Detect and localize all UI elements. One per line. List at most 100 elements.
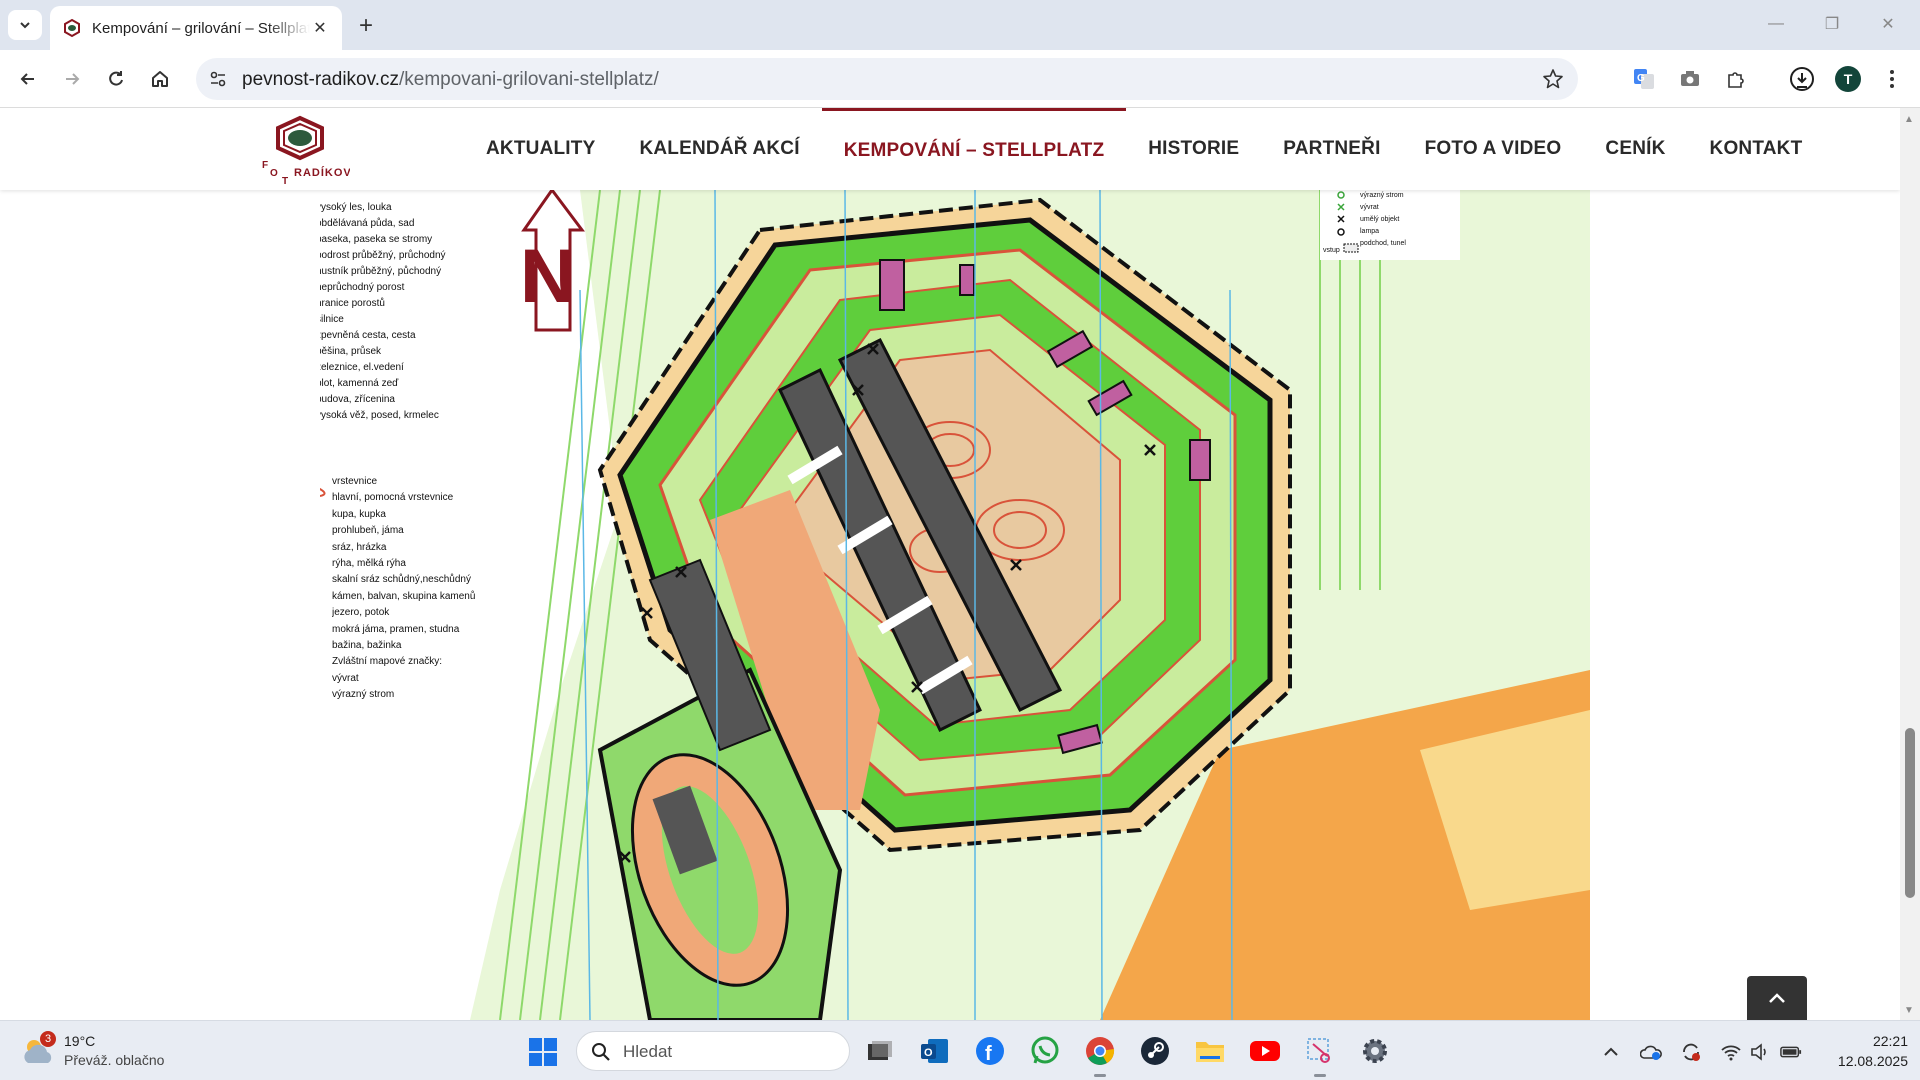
browser-toolbar: pevnost-radikov.cz/kempovani-grilovani-s… [0, 50, 1920, 108]
legend-right-labels: výrazný strom vývrat umělý objekt lampa podc… [1360, 190, 1470, 250]
whatsapp-icon [1031, 1036, 1059, 1064]
taskbar-file-explorer[interactable] [1192, 1033, 1228, 1069]
legend-item: vrstevnice [332, 476, 378, 487]
taskbar-settings[interactable] [1357, 1033, 1393, 1069]
reload-icon [109, 71, 123, 86]
legend-item: podrost průběžný, průchodný [320, 250, 446, 261]
tray-battery[interactable] [1780, 1041, 1802, 1063]
nav-cenik[interactable]: CENÍK [1583, 108, 1687, 190]
taskbar-outlook[interactable]: O [917, 1033, 953, 1069]
site-logo[interactable]: F O T RADÍKOV [260, 114, 350, 186]
windows-taskbar: 3 19°C Převáž. oblačno Hledat O f 22:21 … [0, 1020, 1920, 1080]
downloads-button[interactable] [1786, 63, 1818, 95]
youtube-icon [1250, 1041, 1280, 1061]
legend-item: vysoký les, louka [320, 202, 392, 213]
taskbar-snipping-tool[interactable] [1302, 1033, 1338, 1077]
weather-temp: 19°C [64, 1033, 96, 1049]
legend-item: mokrá jáma, pramen, studna [332, 623, 460, 635]
folder-icon [1196, 1042, 1224, 1062]
chevron-up-icon [1604, 1047, 1618, 1056]
tray-wifi[interactable] [1720, 1041, 1742, 1063]
nav-kempovani-stellplatz[interactable]: KEMPOVÁNÍ – STELLPLATZ [821, 108, 1127, 190]
north-label: N [520, 234, 575, 319]
taskbar-facebook[interactable]: f [972, 1033, 1008, 1069]
site-favicon-icon [64, 18, 80, 38]
chevron-down-icon [20, 22, 30, 29]
legend-item: neprůchodný porost [320, 282, 405, 293]
search-placeholder: Hledat [623, 1042, 673, 1061]
taskbar-clock[interactable]: 22:21 12.08.2025 [1812, 1031, 1908, 1071]
gear-icon [1363, 1039, 1387, 1063]
bookmark-star-icon[interactable] [1542, 68, 1564, 90]
tray-show-hidden[interactable] [1600, 1041, 1622, 1063]
legend-item: železnice, el.vedení [320, 362, 404, 373]
minimize-window-button[interactable]: — [1756, 10, 1796, 38]
weather-badge: 3 [40, 1031, 56, 1047]
page-viewport: F O T RADÍKOV AKTUALITY KALENDÁŘ AKCÍ KE… [0, 108, 1900, 1020]
forward-button[interactable] [56, 63, 88, 95]
snipping-tool-icon [1307, 1038, 1330, 1063]
legend-item: lampa [1360, 228, 1380, 235]
close-tab-icon[interactable]: ✕ [310, 18, 330, 38]
site-info-icon[interactable] [208, 69, 228, 89]
home-button[interactable] [144, 63, 176, 95]
start-button[interactable] [528, 1037, 558, 1072]
address-bar[interactable]: pevnost-radikov.cz/kempovani-grilovani-s… [196, 58, 1578, 100]
taskbar-chrome[interactable] [1082, 1033, 1118, 1077]
tray-sync[interactable] [1680, 1041, 1702, 1063]
screenshot-extension[interactable] [1674, 63, 1706, 95]
chrome-icon [1086, 1037, 1115, 1065]
legend-item: hranice porostů [320, 298, 385, 309]
taskbar-youtube[interactable] [1247, 1033, 1283, 1069]
taskbar-steam[interactable] [1137, 1033, 1173, 1069]
tray-volume[interactable] [1750, 1041, 1772, 1063]
legend-item: kámen, balvan, skupina kamenů [332, 590, 476, 602]
taskbar-search[interactable]: Hledat [576, 1031, 850, 1071]
tray-onedrive[interactable] [1640, 1041, 1662, 1063]
arrow-right-icon [66, 73, 80, 85]
page-scrollbar[interactable]: ▲ ▼ [1900, 108, 1920, 1020]
main-navigation: AKTUALITY KALENDÁŘ AKCÍ KEMPOVÁNÍ – STEL… [464, 108, 1824, 190]
back-button[interactable] [12, 63, 44, 95]
legend-item: umělý objekt [1360, 216, 1400, 223]
nav-partneri[interactable]: PARTNEŘI [1261, 108, 1402, 190]
legend-item: vývrat [332, 672, 359, 684]
reload-button[interactable] [100, 63, 132, 95]
svg-text:O: O [270, 168, 278, 179]
chevron-up-icon [1769, 993, 1785, 1003]
nav-kontakt[interactable]: KONTAKT [1688, 108, 1825, 190]
legend-item: vysoká věž, posed, krmelec [320, 410, 439, 421]
svg-text:T: T [282, 176, 288, 186]
profile-avatar[interactable]: T [1835, 66, 1861, 92]
legend-item: paseka, paseka se stromy [320, 234, 433, 245]
tab-search-button[interactable] [8, 10, 42, 40]
nav-foto-a-video[interactable]: FOTO A VIDEO [1403, 108, 1584, 190]
scroll-up-arrow-icon[interactable]: ▲ [1904, 114, 1914, 125]
svg-text:f: f [985, 1043, 992, 1065]
new-tab-button[interactable]: + [352, 12, 380, 40]
taskbar-task-view[interactable] [862, 1033, 898, 1069]
outlook-icon: O [921, 1039, 948, 1063]
puzzle-icon [1728, 72, 1744, 88]
nav-aktuality[interactable]: AKTUALITY [464, 108, 617, 190]
legend-item: bažina, bažinka [332, 640, 402, 652]
taskbar-whatsapp[interactable] [1027, 1033, 1063, 1069]
nav-kalendar-akci[interactable]: KALENDÁŘ AKCÍ [617, 108, 821, 190]
wifi-icon [1721, 1045, 1741, 1061]
close-window-button[interactable]: ✕ [1868, 10, 1908, 38]
scroll-down-arrow-icon[interactable]: ▼ [1904, 1005, 1914, 1016]
nav-historie[interactable]: HISTORIE [1126, 108, 1261, 190]
scrollbar-thumb[interactable] [1905, 728, 1915, 898]
restore-window-button[interactable]: ❐ [1812, 10, 1852, 38]
scroll-to-top-button[interactable] [1747, 976, 1807, 1020]
browser-tab-active[interactable]: Kempování – grilování – Stellplatz ✕ [50, 6, 342, 50]
browser-menu-button[interactable] [1876, 63, 1908, 95]
camera-icon [1681, 71, 1699, 86]
svg-text:O: O [924, 1047, 933, 1059]
legend-item: výrazný strom [1360, 192, 1404, 199]
home-icon [152, 71, 168, 87]
facebook-icon: f [976, 1037, 1004, 1065]
google-translate-extension[interactable]: G [1628, 63, 1660, 95]
extensions-button[interactable] [1720, 63, 1752, 95]
weather-widget[interactable]: 3 19°C Převáž. oblačno [20, 1029, 210, 1073]
